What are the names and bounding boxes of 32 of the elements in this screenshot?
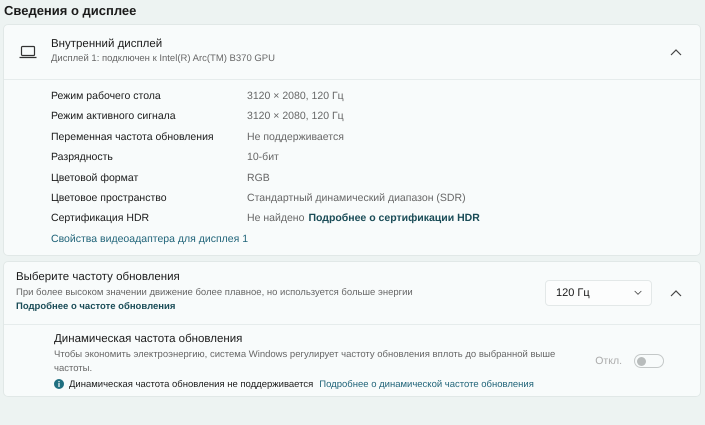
section-title: Сведения о дисплее — [3, 3, 138, 20]
note-text: Динамическая частота обновления не поддерживается — [69, 378, 314, 390]
refresh-description: При более высоком значении движение более плавное, но используется больше энергии Подробнее о частоте обновления — [16, 286, 414, 314]
property-value: RGB — [247, 172, 270, 184]
hdr-link[interactable]: Подробнее о сертификации HDR — [308, 212, 480, 224]
property-label: Сертификация HDR — [51, 211, 150, 226]
dynamic-description: Чтобы экономить электроэнергию, система Windows регулирует частоту обновления вплоть до выбранной выше частоты. — [54, 348, 556, 376]
property-value: 3120 × 2080, 120 Гц — [247, 90, 344, 102]
refresh-title: Выберите частоту обновления — [16, 271, 181, 284]
chevron-icon[interactable] — [670, 288, 682, 297]
adapter-properties-link[interactable]: Свойства видеоадаптера для дисплея 1 — [51, 228, 248, 249]
display-title: Внутренний дисплей — [51, 38, 164, 50]
property-label: Цветовое пространство — [51, 191, 168, 206]
refresh-rate-dropdown[interactable]: 120 Гц — [545, 280, 652, 306]
property-label: Разрядность — [51, 150, 114, 166]
property-value: Не поддерживается — [247, 130, 344, 143]
property-value: Не найдено — [247, 212, 304, 224]
toggle-label: Откл. — [595, 355, 622, 368]
property-label: Режим активного сигнала — [51, 109, 177, 124]
caret-icon[interactable] — [634, 288, 642, 297]
info-icon — [54, 379, 64, 390]
property-label: Переменная частота обновления — [51, 130, 215, 145]
property-value: 10-бит — [247, 151, 279, 164]
property-label: Цветовой формат — [51, 170, 140, 186]
property-value: 3120 × 2080, 120 Гц — [247, 110, 344, 122]
refresh-link[interactable]: Подробнее о частоте обновления — [16, 301, 176, 312]
chevron-icon[interactable] — [670, 48, 682, 56]
property-value: Стандартный динамический диапазон (SDR) — [247, 192, 466, 204]
laptop-icon — [19, 45, 37, 59]
property-label: Режим рабочего стола — [51, 89, 162, 104]
dynamic-title: Динамическая частота обновления — [54, 332, 244, 345]
display-subtitle: Дисплей 1: подключен к Intel(R) Arc(TM) B370 GPU — [51, 52, 276, 66]
